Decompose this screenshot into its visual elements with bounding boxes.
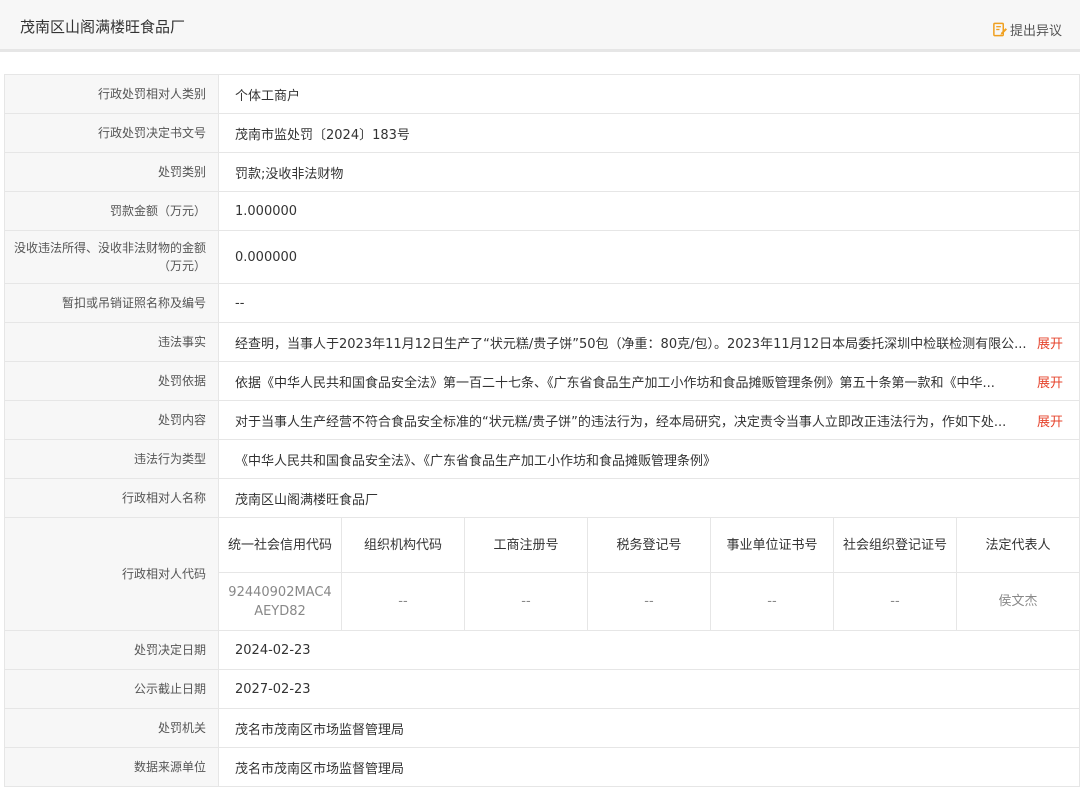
code-value-cell: -- — [465, 573, 588, 630]
code-header-cell: 法定代表人 — [985, 537, 1051, 553]
field-value: 茂名市茂南区市场监督管理局 — [235, 761, 405, 777]
field-label: 违法行为类型 — [5, 440, 219, 478]
code-value-cell: -- — [588, 573, 711, 630]
code-header-cell: 事业单位证书号 — [711, 518, 834, 572]
page-header: 茂南区山阁满楼旺食品厂 提出异议 — [0, 0, 1080, 52]
field-label: 公示截止日期 — [5, 670, 219, 708]
code-table-header: 统一社会信用代码 组织机构代码 工商注册号 税务登记号 事业单位证书号 社会组织… — [219, 518, 1079, 573]
code-value-cell: -- — [834, 573, 957, 630]
code-table-wrapper: 统一社会信用代码 组织机构代码 工商注册号 税务登记号 事业单位证书号 社会组织… — [219, 518, 1079, 630]
expand-link[interactable]: 展开 — [1037, 411, 1063, 430]
field-value: 对于当事人生产经营不符合食品安全标准的“状元糕/贵子饼”的违法行为，经本局研究，… — [219, 401, 1079, 439]
field-value: 经查明，当事人于2023年11月12日生产了“状元糕/贵子饼”50包（净重：80… — [219, 323, 1079, 361]
row-penalty-category: 处罚类别 罚款;没收非法财物 — [5, 153, 1079, 192]
field-label: 处罚类别 — [5, 153, 219, 191]
code-table-row: 92440902MAC4AEYD82 -- -- -- -- -- 侯文杰 — [219, 573, 1079, 630]
page-title: 茂南区山阁满楼旺食品厂 — [20, 18, 186, 36]
row-publicity-deadline: 公示截止日期 2027-02-23 — [5, 670, 1079, 709]
field-value: 2027-02-23 — [235, 681, 311, 697]
field-label: 行政处罚相对人类别 — [5, 75, 219, 113]
field-label: 处罚内容 — [5, 401, 219, 439]
row-license-revoked: 暂扣或吊销证照名称及编号 -- — [5, 284, 1079, 323]
row-decision-date: 处罚决定日期 2024-02-23 — [5, 631, 1079, 670]
field-label: 没收违法所得、没收非法财物的金额（万元） — [5, 231, 219, 283]
field-label: 数据来源单位 — [5, 748, 219, 786]
row-penalty-authority: 处罚机关 茂名市茂南区市场监督管理局 — [5, 709, 1079, 748]
row-subject-name: 行政相对人名称 茂南区山阁满楼旺食品厂 — [5, 479, 1079, 518]
row-subject-category: 行政处罚相对人类别 个体工商户 — [5, 75, 1079, 114]
edit-document-icon — [993, 22, 1007, 37]
field-value: 依据《中华人民共和国食品安全法》第一百二十七条、《广东省食品生产加工小作坊和食品… — [219, 362, 1079, 400]
code-header-cell: 社会组织登记证号 — [834, 518, 957, 572]
row-violation-facts: 违法事实 经查明，当事人于2023年11月12日生产了“状元糕/贵子饼”50包（… — [5, 323, 1079, 362]
field-label: 罚款金额（万元） — [5, 192, 219, 230]
field-label: 处罚依据 — [5, 362, 219, 400]
field-value: 个体工商户 — [235, 88, 301, 104]
field-label: 违法事实 — [5, 323, 219, 361]
field-value: 茂南市监处罚〔2024〕183号 — [235, 127, 410, 143]
field-label: 处罚机关 — [5, 709, 219, 747]
field-value: 2024-02-23 — [235, 642, 311, 658]
code-header-cell: 税务登记号 — [588, 518, 711, 572]
field-value: -- — [235, 295, 245, 311]
field-label: 处罚决定日期 — [5, 631, 219, 669]
expand-link[interactable]: 展开 — [1037, 372, 1063, 391]
code-value-cell: -- — [711, 573, 834, 630]
row-penalty-content: 处罚内容 对于当事人生产经营不符合食品安全标准的“状元糕/贵子饼”的违法行为，经… — [5, 401, 1079, 440]
field-value: 《中华人民共和国食品安全法》、《广东省食品生产加工小作坊和食品摊贩管理条例》 — [235, 453, 717, 469]
row-subject-code: 行政相对人代码 统一社会信用代码 组织机构代码 工商注册号 税务登记号 事业单位… — [5, 518, 1079, 631]
code-header-cell: 统一社会信用代码 — [219, 518, 342, 572]
row-decision-number: 行政处罚决定书文号 茂南市监处罚〔2024〕183号 — [5, 114, 1079, 153]
field-value: 茂南区山阁满楼旺食品厂 — [235, 492, 379, 508]
row-violation-type: 违法行为类型 《中华人民共和国食品安全法》、《广东省食品生产加工小作坊和食品摊贩… — [5, 440, 1079, 479]
code-value-cell: 侯文杰 — [998, 594, 1038, 609]
dispute-button[interactable]: 提出异议 — [992, 20, 1062, 39]
code-table: 统一社会信用代码 组织机构代码 工商注册号 税务登记号 事业单位证书号 社会组织… — [219, 518, 1079, 630]
dispute-label[interactable]: 提出异议 — [1010, 20, 1062, 39]
row-confiscation-amount: 没收违法所得、没收非法财物的金额（万元） 0.000000 — [5, 231, 1079, 284]
field-label: 行政相对人代码 — [5, 518, 219, 630]
expand-link[interactable]: 展开 — [1037, 333, 1063, 352]
field-label: 暂扣或吊销证照名称及编号 — [5, 284, 219, 322]
field-value: 0.000000 — [235, 249, 298, 265]
code-value-cell: -- — [342, 573, 465, 630]
code-header-cell: 组织机构代码 — [342, 518, 465, 572]
field-value: 罚款;没收非法财物 — [235, 166, 344, 182]
row-penalty-basis: 处罚依据 依据《中华人民共和国食品安全法》第一百二十七条、《广东省食品生产加工小… — [5, 362, 1079, 401]
row-data-source: 数据来源单位 茂名市茂南区市场监督管理局 — [5, 748, 1079, 787]
code-header-cell: 工商注册号 — [465, 518, 588, 572]
field-value: 1.000000 — [235, 203, 298, 219]
field-label: 行政相对人名称 — [5, 479, 219, 517]
field-label: 行政处罚决定书文号 — [5, 114, 219, 152]
field-value: 茂名市茂南区市场监督管理局 — [235, 722, 405, 738]
row-fine-amount: 罚款金额（万元） 1.000000 — [5, 192, 1079, 231]
code-value-cell: 92440902MAC4AEYD82 — [219, 573, 342, 630]
detail-table: 行政处罚相对人类别 个体工商户 行政处罚决定书文号 茂南市监处罚〔2024〕18… — [4, 74, 1080, 787]
